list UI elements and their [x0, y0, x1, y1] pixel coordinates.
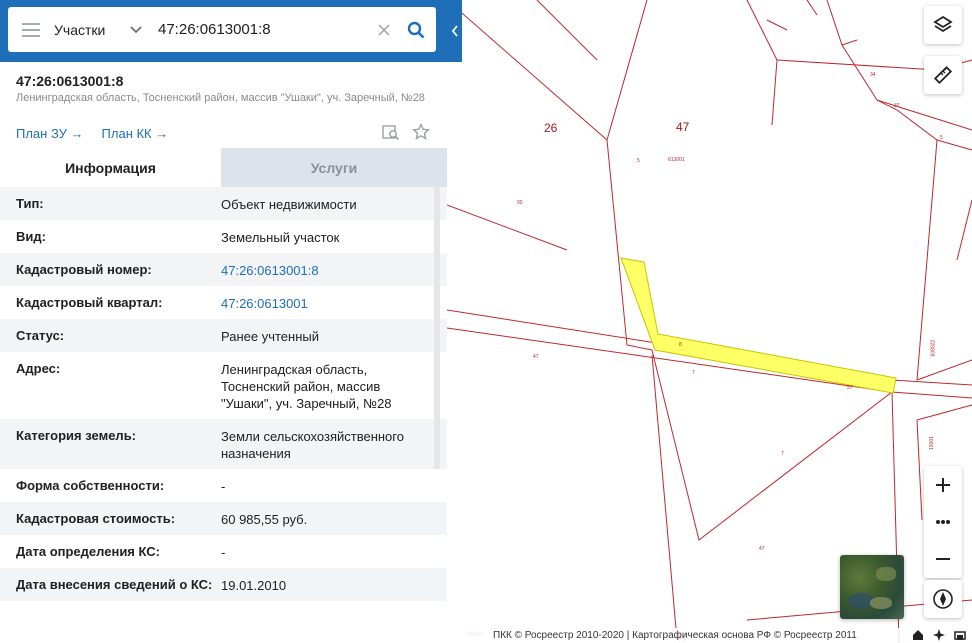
plus-icon — [936, 477, 950, 492]
search-header: Участки — [0, 0, 462, 62]
compass-icon — [933, 589, 953, 609]
cadastral-map[interactable]: 26 47 613001 5 90 47 7 7 47 34 32 5 8 57… — [447, 0, 972, 643]
tab-info[interactable]: Информация — [0, 148, 221, 187]
location-icon[interactable] — [933, 629, 945, 641]
zoom-in-button[interactable] — [924, 466, 962, 503]
ruler-button[interactable] — [924, 56, 962, 94]
layers-button[interactable] — [924, 6, 962, 44]
cadastral-number-link[interactable]: 47:26:0613001:8 — [221, 253, 431, 286]
search-type-dropdown[interactable] — [114, 25, 158, 34]
scrollbar[interactable] — [434, 187, 440, 469]
row-key: Адрес: — [16, 361, 61, 376]
menu-button[interactable] — [8, 7, 54, 52]
info-tabs: Информация Услуги — [0, 148, 447, 187]
row-value: Объект недвижимости — [221, 197, 357, 212]
info-table: Тип: Объект недвижимости Вид: Земельный … — [0, 187, 447, 601]
row-value: Земли сельскохозяйственного назначения — [221, 429, 404, 461]
map-label-47: 47 — [676, 120, 690, 134]
chevron-left-icon — [451, 25, 458, 37]
table-row: Адрес: Ленинградская область, Тосненский… — [0, 352, 447, 419]
print-icon[interactable] — [954, 629, 966, 641]
map-label-7a: 7 — [692, 370, 695, 376]
object-header: 47:26:0613001:8 Ленинградская область, Т… — [16, 73, 425, 104]
search-type-select[interactable]: Участки — [54, 22, 114, 38]
search-icon — [407, 21, 425, 38]
table-row: Дата внесения сведений о КС: 19.01.2010 — [0, 568, 447, 601]
zoom-controls — [924, 466, 962, 578]
close-icon — [378, 23, 390, 36]
row-value: - — [221, 545, 226, 560]
plan-links: План ЗУ → План КК → — [16, 126, 168, 141]
cadastral-quarter-link[interactable]: 47:26:0613001 — [221, 286, 431, 319]
row-value: 60 985,55 руб. — [221, 512, 308, 527]
compass-button[interactable] — [924, 580, 962, 618]
satellite-minimap[interactable] — [840, 555, 904, 619]
search-input[interactable] — [158, 21, 372, 38]
map-label-5a: 5 — [637, 158, 640, 164]
map-label-90: 90 — [517, 200, 523, 206]
row-key: Кадастровый квартал: — [16, 295, 163, 310]
map-label-quarter-19: 19001 — [928, 436, 935, 450]
table-row: Категория земель: Земли сельскохозяйстве… — [0, 419, 447, 469]
chevron-down-icon — [130, 25, 142, 33]
row-value: Земельный участок — [221, 230, 340, 245]
info-panel: Участки 47:26:0613001:8 Ленинградская об… — [0, 0, 462, 643]
tab-services[interactable]: Услуги — [221, 148, 447, 187]
map-label-26: 26 — [544, 121, 558, 135]
row-key: Кадастровая стоимость: — [16, 511, 176, 526]
parcel-boundaries — [447, 0, 972, 643]
map-label-47c: 47 — [759, 546, 765, 552]
row-key: Тип: — [16, 196, 44, 211]
object-actions — [382, 123, 430, 141]
clear-search-button[interactable] — [372, 23, 396, 36]
row-value: Ленинградская область, Тосненский район,… — [221, 362, 392, 411]
locate-on-map-icon[interactable] — [382, 123, 400, 141]
map-label-5b: 5 — [940, 135, 943, 141]
map-label-57: 57 — [847, 385, 853, 391]
plan-zu-link[interactable]: План ЗУ → — [16, 126, 84, 141]
plan-kk-link[interactable]: План КК → — [102, 126, 169, 141]
favorite-star-icon[interactable] — [412, 123, 430, 141]
row-key: Вид: — [16, 229, 46, 244]
map-label-34: 34 — [870, 72, 876, 78]
ruler-icon — [933, 65, 953, 85]
table-row: Дата определения КС: - — [0, 535, 447, 568]
row-key: Статус: — [16, 328, 65, 343]
table-row: Статус: Ранее учтенный — [0, 319, 447, 352]
search-box: Участки — [8, 7, 436, 52]
row-key: Дата внесения сведений о КС: — [16, 577, 213, 592]
home-icon[interactable] — [912, 629, 924, 641]
row-key: Дата определения КС: — [16, 544, 160, 559]
map-label-quarter-608022: 608022 — [930, 339, 937, 357]
row-key: Категория земель: — [16, 428, 137, 443]
object-title: 47:26:0613001:8 — [16, 73, 124, 89]
collapse-panel-button[interactable] — [447, 0, 462, 62]
table-row: Форма собственности: - — [0, 469, 447, 502]
row-value: - — [221, 479, 226, 494]
table-row: Кадастровый квартал: 47:26:0613001 — [0, 286, 447, 319]
attribution-text: ПКК © Росреестр 2010-2020 | Картографиче… — [493, 630, 857, 641]
more-zoom-button[interactable] — [924, 503, 962, 540]
layers-icon — [933, 15, 953, 33]
map-attribution: ПКК © Росреестр 2010-2020 | Картографиче… — [447, 628, 972, 643]
minus-icon — [936, 557, 950, 560]
search-button[interactable] — [396, 21, 436, 39]
object-address: Ленинградская область, Тосненский район,… — [16, 92, 425, 104]
table-row: Кадастровый номер: 47:26:0613001:8 — [0, 253, 447, 286]
map-label-8: 8 — [679, 342, 682, 348]
table-row: Тип: Объект недвижимости — [0, 187, 447, 220]
map-label-32: 32 — [894, 103, 900, 109]
row-key: Кадастровый номер: — [16, 262, 152, 277]
zoom-out-button[interactable] — [924, 540, 962, 577]
table-row: Вид: Земельный участок — [0, 220, 447, 253]
hamburger-icon — [22, 22, 40, 37]
table-row: Кадастровая стоимость: 60 985,55 руб. — [0, 502, 447, 535]
map-label-47b: 47 — [533, 354, 539, 360]
row-key: Форма собственности: — [16, 478, 165, 493]
dots-icon — [936, 519, 950, 524]
map-label-7b: 7 — [781, 451, 784, 457]
row-value: Ранее учтенный — [221, 329, 319, 344]
row-value: 19.01.2010 — [221, 578, 287, 593]
map-label-quarter: 613001 — [668, 157, 685, 163]
